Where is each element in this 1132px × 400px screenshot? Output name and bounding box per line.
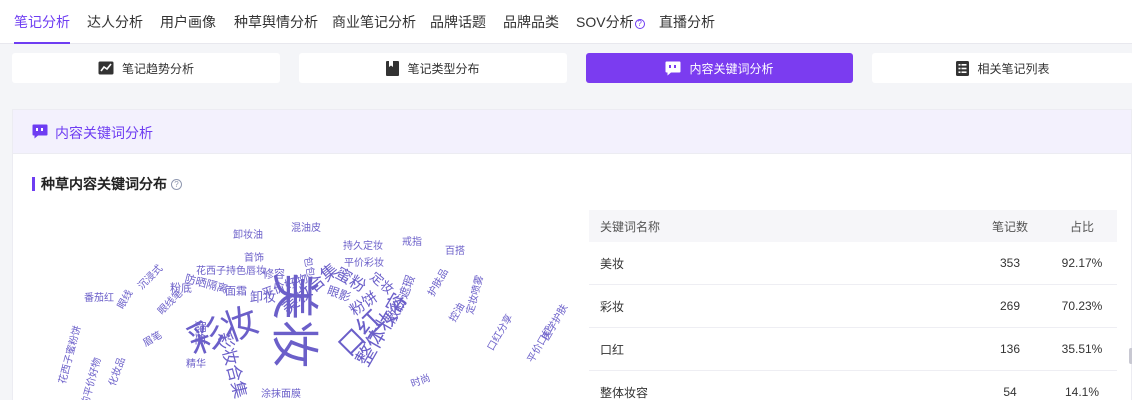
panel-title: 内容关键词分析 xyxy=(55,125,153,141)
word-cloud-keyword: 护肤品 xyxy=(426,267,451,299)
table-row: 彩妆 269 70.23% xyxy=(589,285,1117,328)
subtab-keyword-analysis[interactable]: 内容关键词分析 xyxy=(586,53,853,83)
word-cloud-keyword: 番茄红 xyxy=(84,293,114,304)
word-cloud-keyword: 精华 xyxy=(186,359,206,370)
tab-note-analysis[interactable]: 笔记分析 xyxy=(14,0,70,44)
word-cloud-keyword: 医学护肤 xyxy=(540,302,571,343)
word-cloud-keyword: 我的平价好物 xyxy=(77,356,104,400)
word-cloud-keyword: 涂抹面膜 xyxy=(261,389,301,400)
panel-header: 内容关键词分析 xyxy=(13,110,1131,154)
word-cloud-keyword: 口红分享 xyxy=(485,312,516,353)
word-cloud-keyword: 修容 xyxy=(263,268,285,281)
subtab-note-type[interactable]: 笔记类型分布 xyxy=(299,53,567,83)
column-header-ratio: 占比 xyxy=(1069,219,1094,234)
word-cloud-keyword: 持久定妆 xyxy=(343,241,383,252)
word-cloud-keyword: 面霜 xyxy=(225,285,247,298)
subtab-note-trend[interactable]: 笔记趋势分析 xyxy=(12,53,280,83)
word-cloud-keyword: 首饰 xyxy=(244,253,264,264)
word-cloud-keyword: 平价彩妆 xyxy=(344,258,384,269)
table-row: 整体妆容 54 14.1% xyxy=(589,371,1117,400)
tab-live-analysis[interactable]: 直播分析 xyxy=(659,0,715,44)
word-cloud-keyword: 眼线 xyxy=(115,288,136,312)
word-cloud-keyword: 眼线笔 xyxy=(156,288,186,318)
keyword-word-cloud: 美妆 彩妆 口红 整体妆容 彩妆合集 美妆合集 蜜粉 粉饼 散粉 定妆 卸妆 平价好物 眼影 腮红 遮瑕 粉底… xyxy=(31,205,591,400)
word-cloud-keyword: 包包 xyxy=(301,256,316,278)
word-cloud-keyword: 遮瑕 xyxy=(396,273,418,301)
word-cloud-keyword: 定妆喷雾 xyxy=(465,274,487,316)
section-title: 种草内容关键词分布 ? xyxy=(32,174,182,194)
word-cloud-keyword: 化妆品 xyxy=(107,355,128,388)
word-cloud-keyword: 腮红 xyxy=(193,320,207,346)
tab-influencer-analysis[interactable]: 达人分析 xyxy=(87,0,143,44)
subtab-related-notes[interactable]: 相关笔记列表 xyxy=(872,53,1132,83)
trend-chart-icon xyxy=(98,61,114,75)
tab-commercial-notes[interactable]: 商业笔记分析 xyxy=(332,0,416,44)
word-cloud-keyword: 沉浸式 xyxy=(136,263,166,293)
tab-sov-analysis[interactable]: SOV分析? xyxy=(576,0,645,44)
word-cloud-keyword: 卸妆油 xyxy=(233,230,263,241)
tab-seeding-sentiment[interactable]: 种草舆情分析 xyxy=(234,0,318,44)
word-cloud-keyword: 混油皮 xyxy=(291,223,321,234)
word-cloud-keyword: 时尚 xyxy=(409,372,433,391)
column-header-count: 笔记数 xyxy=(991,219,1028,234)
tab-brand-topics[interactable]: 品牌话题 xyxy=(430,0,486,44)
word-cloud-keyword: 眉笔 xyxy=(141,329,165,350)
word-cloud-keyword: 花西子持色唇妆 xyxy=(196,266,266,277)
word-cloud-keyword: 戒指 xyxy=(402,237,422,248)
bookmark-icon xyxy=(386,60,400,76)
chat-bubble-icon xyxy=(32,124,48,139)
keyword-table: 关键词名称 笔记数 占比 美妆 353 92.17% 彩妆 269 70.23%… xyxy=(589,210,1117,400)
word-cloud-keyword: 百搭 xyxy=(445,246,465,257)
tab-brand-category[interactable]: 品牌品类 xyxy=(503,0,559,44)
list-icon xyxy=(956,60,970,76)
table-row: 美妆 353 92.17% xyxy=(589,242,1117,285)
word-cloud-keyword: 花西子蜜粉饼 xyxy=(57,324,84,386)
keyword-analysis-panel: 内容关键词分析 种草内容关键词分布 ? 美妆 彩妆 口红 整体妆容 彩妆合集 美妆合集 蜜粉… xyxy=(12,109,1132,400)
table-row: 口红 136 35.51% xyxy=(589,328,1117,371)
column-header-keyword: 关键词名称 xyxy=(600,219,661,234)
word-cloud-keyword: 控油 xyxy=(447,301,468,325)
top-nav: 笔记分析 达人分析 用户画像 种草舆情分析 商业笔记分析 品牌话题 品牌品类 S… xyxy=(0,0,1132,44)
tab-user-profile[interactable]: 用户画像 xyxy=(160,0,216,44)
table-header: 关键词名称 笔记数 占比 xyxy=(589,210,1117,242)
help-icon[interactable]: ? xyxy=(171,178,182,190)
title-accent-bar xyxy=(32,177,35,191)
help-icon[interactable]: ? xyxy=(634,19,645,29)
chat-bubble-icon xyxy=(665,61,681,75)
